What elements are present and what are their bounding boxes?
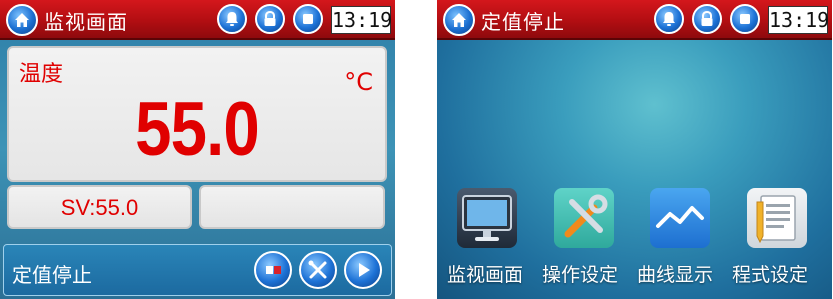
- monitor-icon: [462, 195, 512, 241]
- operation-settings-app-button[interactable]: [554, 188, 614, 248]
- menu-screen: 定值停止 13:19 监视画面 操作设定 曲线显示 程式设定: [437, 0, 832, 299]
- app-label-monitor[interactable]: 监视画面: [447, 260, 523, 287]
- sv-panel[interactable]: SV:55.0: [7, 185, 192, 229]
- title-bar: 监视画面 13:19: [0, 0, 395, 40]
- app-label-curve-display[interactable]: 曲线显示: [637, 260, 713, 287]
- title-bar: 定值停止 13:19: [437, 0, 832, 40]
- page-title: 监视画面: [44, 10, 128, 34]
- app-label-program-settings[interactable]: 程式设定: [732, 260, 808, 287]
- pv-label: 温度: [19, 62, 64, 87]
- lock-button[interactable]: [692, 4, 722, 34]
- run-status: 定值停止: [12, 263, 92, 287]
- alarm-button[interactable]: [217, 4, 247, 34]
- alarm-icon: [226, 12, 238, 26]
- home-button[interactable]: [443, 4, 475, 36]
- stop-icon: [303, 14, 313, 24]
- tools-icon: [308, 260, 327, 279]
- alarm-icon: [663, 12, 675, 26]
- home-icon: [452, 13, 466, 27]
- pv-panel: 温度 °C 55.0: [7, 46, 387, 182]
- clock: 13:19: [768, 6, 830, 34]
- status-bar: 定值停止: [3, 244, 392, 296]
- stop-icon: [740, 14, 750, 24]
- stop-button[interactable]: [730, 4, 760, 34]
- app-label-operation-settings[interactable]: 操作设定: [542, 260, 618, 287]
- run-button[interactable]: [344, 251, 382, 289]
- lock-button[interactable]: [255, 4, 285, 34]
- page-title: 定值停止: [481, 10, 565, 34]
- lock-icon: [701, 10, 713, 26]
- home-button[interactable]: [6, 4, 38, 36]
- monitor-screen: 监视画面 13:19 温度 °C 55.0 SV:55.0 定值停止: [0, 0, 395, 299]
- alarm-button[interactable]: [654, 4, 684, 34]
- curve-icon: [656, 206, 704, 228]
- pv-value: 55.0: [135, 87, 260, 172]
- mode-icon: [266, 266, 281, 274]
- mode-button[interactable]: [254, 251, 292, 289]
- stop-button[interactable]: [293, 4, 323, 34]
- clock: 13:19: [331, 6, 393, 34]
- tools-icon: [564, 194, 608, 238]
- lock-icon: [264, 10, 276, 26]
- output-panel: [199, 185, 385, 229]
- program-settings-app-button[interactable]: [747, 188, 807, 248]
- document-icon: [756, 195, 796, 244]
- home-icon: [15, 13, 29, 27]
- sv-value: SV:55.0: [60, 195, 139, 220]
- monitor-app-button[interactable]: [457, 188, 517, 248]
- settings-button[interactable]: [299, 251, 337, 289]
- curve-display-app-button[interactable]: [650, 188, 710, 248]
- play-icon: [359, 263, 370, 277]
